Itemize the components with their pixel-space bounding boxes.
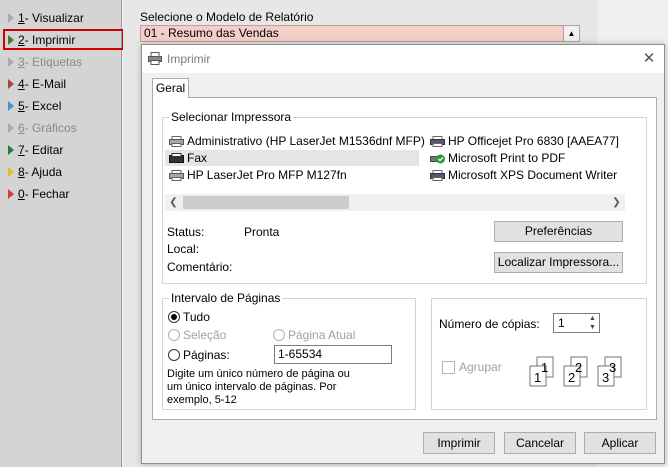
status-value: Pronta bbox=[244, 225, 280, 239]
printer-icon bbox=[169, 169, 184, 181]
menu-item-email[interactable]: 4 - E-Mail bbox=[8, 75, 66, 93]
dialog-titlebar: Imprimir ✕ bbox=[142, 45, 664, 73]
selected-menu-highlight bbox=[3, 29, 124, 50]
menu-item-graficos[interactable]: 6 - Gráficos bbox=[8, 119, 77, 137]
page-range-label: Intervalo de Páginas bbox=[169, 291, 283, 305]
menu-item-editar[interactable]: 7 - Editar bbox=[8, 141, 63, 159]
tab-geral[interactable]: Geral bbox=[152, 78, 189, 98]
apply-button[interactable]: Aplicar bbox=[584, 432, 656, 454]
menu-item-etiquetas[interactable]: 3 - Etiquetas bbox=[8, 53, 82, 71]
local-label: Local: bbox=[167, 242, 200, 256]
printer-item[interactable]: HP Officejet Pro 6830 [AAEA77] bbox=[430, 134, 619, 148]
collate-checkbox[interactable]: Agrupar bbox=[442, 360, 502, 374]
copies-value: 1 bbox=[558, 316, 565, 330]
printer-item[interactable]: Microsoft Print to PDF bbox=[430, 151, 565, 165]
radio-current-page[interactable]: Página Atual bbox=[273, 328, 355, 342]
radio-checked-icon bbox=[168, 311, 180, 323]
report-model-label: Selecione o Modelo de Relatório bbox=[140, 10, 314, 24]
preferences-button[interactable]: Preferências bbox=[494, 221, 623, 242]
page-range-group: Intervalo de Páginas Tudo Seleção Página… bbox=[162, 291, 416, 410]
spin-down-icon[interactable]: ▼ bbox=[586, 324, 599, 332]
collate-pages-icon: 1 1 2 2 3 3 bbox=[527, 355, 627, 391]
copies-group: Número de cópias: 1 ▲ ▼ Agrupar 1 1 2 2 … bbox=[431, 298, 647, 410]
radio-all[interactable]: Tudo bbox=[168, 310, 210, 324]
printer-item[interactable]: Microsoft XPS Document Writer bbox=[430, 168, 617, 182]
menu-item-visualizar[interactable]: 1 - Visualizar bbox=[8, 9, 84, 27]
cancel-button[interactable]: Cancelar bbox=[504, 432, 576, 454]
comment-label: Comentário: bbox=[167, 260, 233, 274]
printer-icon bbox=[148, 52, 162, 65]
tab-panel: Selecionar Impressora Administrativo (HP… bbox=[152, 97, 657, 420]
print-dialog: Imprimir ✕ Geral Selecionar Impressora A… bbox=[141, 44, 665, 464]
menu-arrow-icon bbox=[8, 101, 14, 111]
copies-stepper[interactable]: 1 ▲ ▼ bbox=[553, 313, 600, 333]
default-printer-icon bbox=[430, 153, 445, 164]
scroll-up-icon[interactable]: ▲ bbox=[563, 26, 579, 41]
menu-arrow-icon bbox=[8, 123, 14, 133]
menu-arrow-icon bbox=[8, 167, 14, 177]
radio-pages[interactable]: Páginas: bbox=[168, 348, 230, 362]
spin-up-icon[interactable]: ▲ bbox=[586, 315, 599, 323]
report-model-select[interactable]: 01 - Resumo das Vendas bbox=[140, 25, 580, 42]
menu-item-fechar[interactable]: 0 - Fechar bbox=[8, 185, 69, 203]
left-menu: 1 - Visualizar 2 - Imprimir 3 - Etiqueta… bbox=[0, 0, 122, 467]
collate-page-number: 3 bbox=[602, 370, 609, 385]
scroll-right-icon[interactable]: ❯ bbox=[608, 194, 625, 211]
scroll-left-icon[interactable]: ❮ bbox=[165, 194, 182, 211]
printer-icon bbox=[169, 135, 184, 147]
printer-list-scrollbar[interactable]: ❮ ❯ bbox=[165, 194, 625, 211]
menu-arrow-icon bbox=[8, 57, 14, 67]
menu-arrow-icon bbox=[8, 145, 14, 155]
scrollbar-thumb[interactable] bbox=[183, 196, 349, 209]
checkbox-icon bbox=[442, 360, 455, 374]
printer-group: Selecionar Impressora Administrativo (HP… bbox=[162, 110, 647, 284]
print-button[interactable]: Imprimir bbox=[423, 432, 495, 454]
collate-page-number: 1 bbox=[541, 360, 548, 375]
pages-input[interactable]: 1-65534 bbox=[274, 345, 392, 364]
collate-page-number: 3 bbox=[609, 360, 616, 375]
menu-arrow-icon bbox=[8, 189, 14, 199]
close-icon[interactable]: ✕ bbox=[638, 48, 660, 70]
menu-arrow-icon bbox=[8, 79, 14, 89]
radio-icon bbox=[273, 329, 285, 341]
dialog-title: Imprimir bbox=[167, 52, 211, 66]
collate-page-number: 2 bbox=[575, 360, 582, 375]
printer-item-selected[interactable]: Fax bbox=[165, 150, 419, 166]
collate-page-number: 2 bbox=[568, 370, 575, 385]
radio-icon bbox=[168, 349, 180, 361]
copies-label: Número de cópias: bbox=[439, 317, 540, 331]
printer-icon bbox=[430, 135, 445, 147]
menu-item-ajuda[interactable]: 8 - Ajuda bbox=[8, 163, 62, 181]
find-printer-button[interactable]: Localizar Impressora... bbox=[494, 252, 623, 273]
printer-icon bbox=[430, 169, 445, 181]
status-label: Status: bbox=[167, 225, 205, 239]
radio-selection[interactable]: Seleção bbox=[168, 328, 226, 342]
collate-page-number: 1 bbox=[534, 370, 541, 385]
printer-item[interactable]: HP LaserJet Pro MFP M127fn bbox=[169, 168, 347, 182]
printer-item[interactable]: Administrativo (HP LaserJet M1536dnf MFP… bbox=[169, 134, 425, 148]
printer-group-label: Selecionar Impressora bbox=[169, 110, 294, 124]
radio-icon bbox=[168, 329, 180, 341]
range-hint: Digite um único número de página ou um ú… bbox=[167, 368, 350, 406]
fax-icon bbox=[169, 152, 184, 164]
menu-item-excel[interactable]: 5 - Excel bbox=[8, 97, 61, 115]
menu-arrow-icon bbox=[8, 13, 14, 23]
